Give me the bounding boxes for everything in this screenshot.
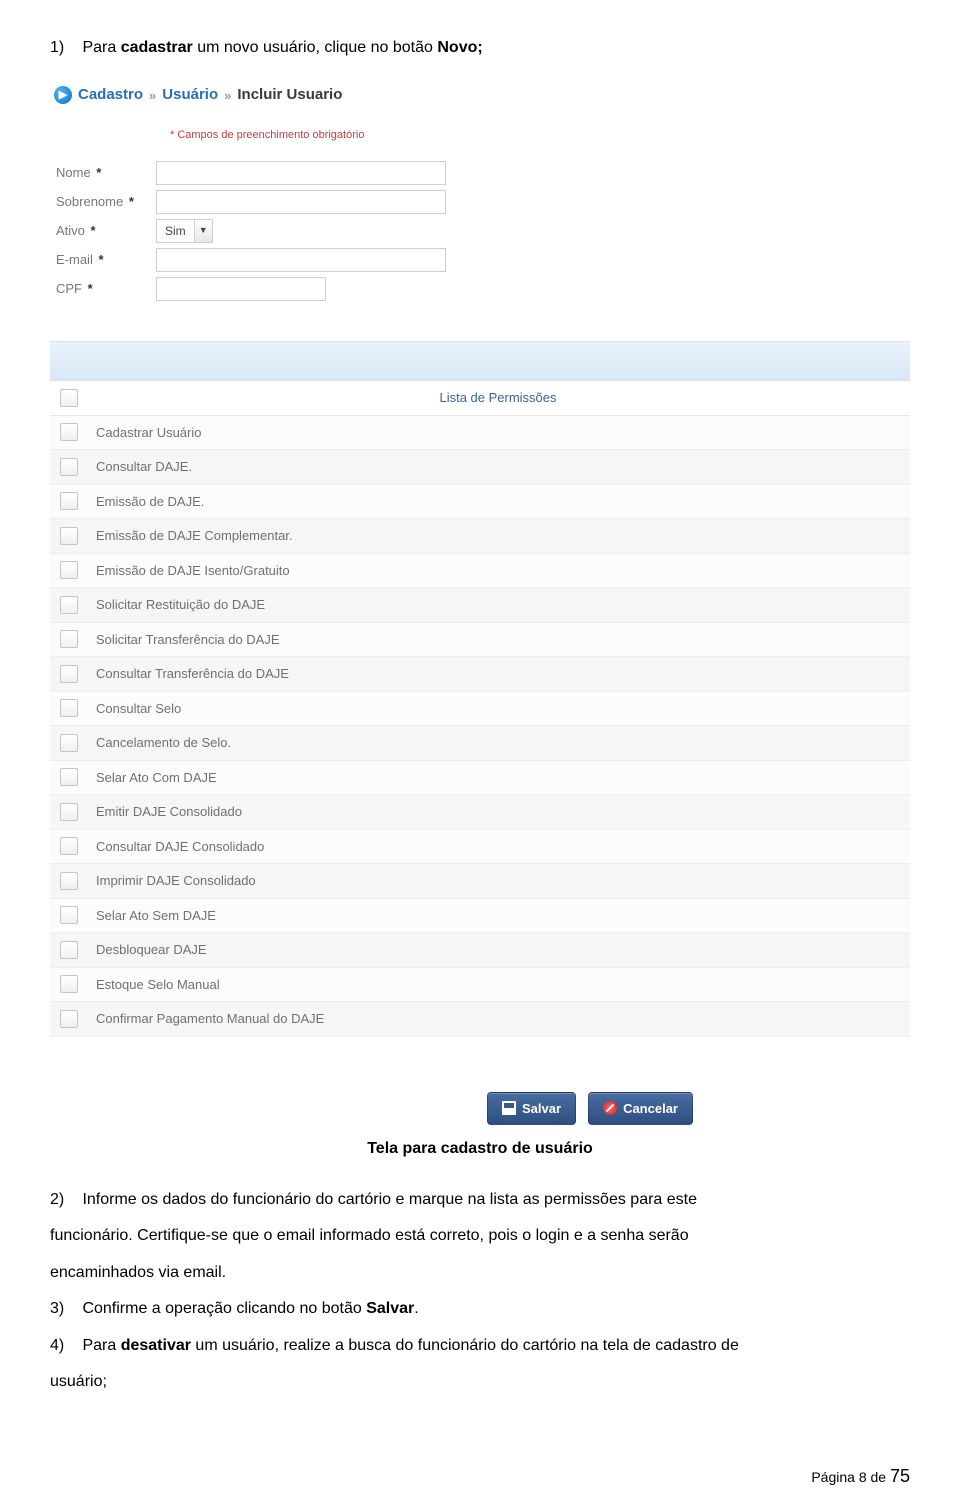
permission-checkbox[interactable]: [60, 492, 78, 510]
permission-row: Emissão de DAJE Isento/Gratuito: [50, 554, 910, 589]
form-screenshot: ▶ Cadastro » Usuário » Incluir Usuario *…: [50, 78, 910, 1125]
permissions-table: Lista de Permissões Cadastrar Usuário Con…: [50, 381, 910, 1037]
step1-text: 1) Para cadastrar um novo usuário, cliqu…: [50, 36, 910, 60]
permission-row: Desbloquear DAJE: [50, 933, 910, 968]
permission-label: Cancelamento de Selo.: [96, 733, 231, 753]
action-buttons: Salvar Cancelar: [270, 1092, 910, 1126]
permission-checkbox[interactable]: [60, 458, 78, 476]
step3-text: 3) Confirme a operação clicando no botão…: [50, 1294, 910, 1324]
cancel-icon: [603, 1101, 617, 1115]
permission-row: Consultar DAJE.: [50, 450, 910, 485]
step4-line1: 4) Para desativar um usuário, realize a …: [50, 1331, 910, 1361]
chevron-down-icon[interactable]: ▼: [194, 220, 212, 242]
permission-label: Emitir DAJE Consolidado: [96, 802, 242, 822]
save-button[interactable]: Salvar: [487, 1092, 576, 1126]
permissions-header-title: Lista de Permissões: [96, 388, 900, 408]
input-email[interactable]: [156, 248, 446, 272]
permission-checkbox[interactable]: [60, 872, 78, 890]
permission-row: Emissão de DAJE.: [50, 485, 910, 520]
required-fields-note: * Campos de preenchimento obrigatório: [170, 127, 910, 144]
permission-checkbox[interactable]: [60, 527, 78, 545]
permission-row: Cadastrar Usuário: [50, 416, 910, 451]
label-nome: Nome *: [56, 163, 156, 183]
permission-label: Desbloquear DAJE: [96, 940, 207, 960]
permission-row: Selar Ato Sem DAJE: [50, 899, 910, 934]
permission-row: Solicitar Transferência do DAJE: [50, 623, 910, 658]
permission-checkbox[interactable]: [60, 423, 78, 441]
breadcrumb-icon: ▶: [54, 86, 72, 104]
breadcrumb-part-cadastro[interactable]: Cadastro: [78, 84, 143, 107]
permission-checkbox[interactable]: [60, 630, 78, 648]
permission-row: Estoque Selo Manual: [50, 968, 910, 1003]
permission-checkbox[interactable]: [60, 1010, 78, 1028]
permission-row: Imprimir DAJE Consolidado: [50, 864, 910, 899]
permissions-header-row: Lista de Permissões: [50, 381, 910, 416]
label-email: E-mail *: [56, 250, 156, 270]
permission-label: Emissão de DAJE.: [96, 492, 204, 512]
permission-row: Consultar DAJE Consolidado: [50, 830, 910, 865]
checkbox-select-all[interactable]: [60, 389, 78, 407]
permission-label: Consultar DAJE.: [96, 457, 192, 477]
input-sobrenome[interactable]: [156, 190, 446, 214]
cancel-button[interactable]: Cancelar: [588, 1092, 693, 1126]
permission-row: Selar Ato Com DAJE: [50, 761, 910, 796]
permission-row: Solicitar Restituição do DAJE: [50, 588, 910, 623]
step2-line2: funcionário. Certifique-se que o email i…: [50, 1221, 910, 1251]
permission-row: Emitir DAJE Consolidado: [50, 795, 910, 830]
permission-label: Solicitar Restituição do DAJE: [96, 595, 265, 615]
input-cpf[interactable]: [156, 277, 326, 301]
permission-checkbox[interactable]: [60, 975, 78, 993]
step2-line1: 2) Informe os dados do funcionário do ca…: [50, 1185, 910, 1215]
step2-line3: encaminhados via email.: [50, 1258, 910, 1288]
permission-row: Consultar Transferência do DAJE: [50, 657, 910, 692]
permission-checkbox[interactable]: [60, 561, 78, 579]
label-sobrenome: Sobrenome *: [56, 192, 156, 212]
permission-label: Confirmar Pagamento Manual do DAJE: [96, 1009, 324, 1029]
breadcrumb-part-usuario[interactable]: Usuário: [162, 84, 218, 107]
permission-label: Emissão de DAJE Isento/Gratuito: [96, 561, 290, 581]
permission-label: Emissão de DAJE Complementar.: [96, 526, 293, 546]
permission-checkbox[interactable]: [60, 699, 78, 717]
permission-label: Cadastrar Usuário: [96, 423, 202, 443]
permission-label: Estoque Selo Manual: [96, 975, 220, 995]
permission-label: Solicitar Transferência do DAJE: [96, 630, 280, 650]
permission-row: Consultar Selo: [50, 692, 910, 727]
permission-label: Consultar Transferência do DAJE: [96, 664, 289, 684]
permission-checkbox[interactable]: [60, 665, 78, 683]
permission-checkbox[interactable]: [60, 768, 78, 786]
permission-label: Selar Ato Com DAJE: [96, 768, 217, 788]
save-icon: [502, 1101, 516, 1115]
breadcrumb: ▶ Cadastro » Usuário » Incluir Usuario: [50, 78, 910, 117]
permission-checkbox[interactable]: [60, 906, 78, 924]
permission-label: Consultar Selo: [96, 699, 181, 719]
permission-checkbox[interactable]: [60, 837, 78, 855]
input-nome[interactable]: [156, 161, 446, 185]
permission-row: Emissão de DAJE Complementar.: [50, 519, 910, 554]
permission-row: Confirmar Pagamento Manual do DAJE: [50, 1002, 910, 1037]
permission-label: Consultar DAJE Consolidado: [96, 837, 264, 857]
permission-checkbox[interactable]: [60, 941, 78, 959]
figure-caption: Tela para cadastro de usuário: [50, 1137, 910, 1161]
step4-line2: usuário;: [50, 1367, 910, 1397]
permission-label: Imprimir DAJE Consolidado: [96, 871, 256, 891]
breadcrumb-current: Incluir Usuario: [237, 84, 342, 107]
label-cpf: CPF *: [56, 279, 156, 299]
section-divider-bar: [50, 341, 910, 381]
permission-label: Selar Ato Sem DAJE: [96, 906, 216, 926]
page-footer: Página 8 de 75: [0, 1423, 960, 1510]
permission-checkbox[interactable]: [60, 803, 78, 821]
label-ativo: Ativo *: [56, 221, 156, 241]
select-ativo[interactable]: Sim ▼: [156, 219, 213, 243]
permission-checkbox[interactable]: [60, 596, 78, 614]
permission-checkbox[interactable]: [60, 734, 78, 752]
permission-row: Cancelamento de Selo.: [50, 726, 910, 761]
